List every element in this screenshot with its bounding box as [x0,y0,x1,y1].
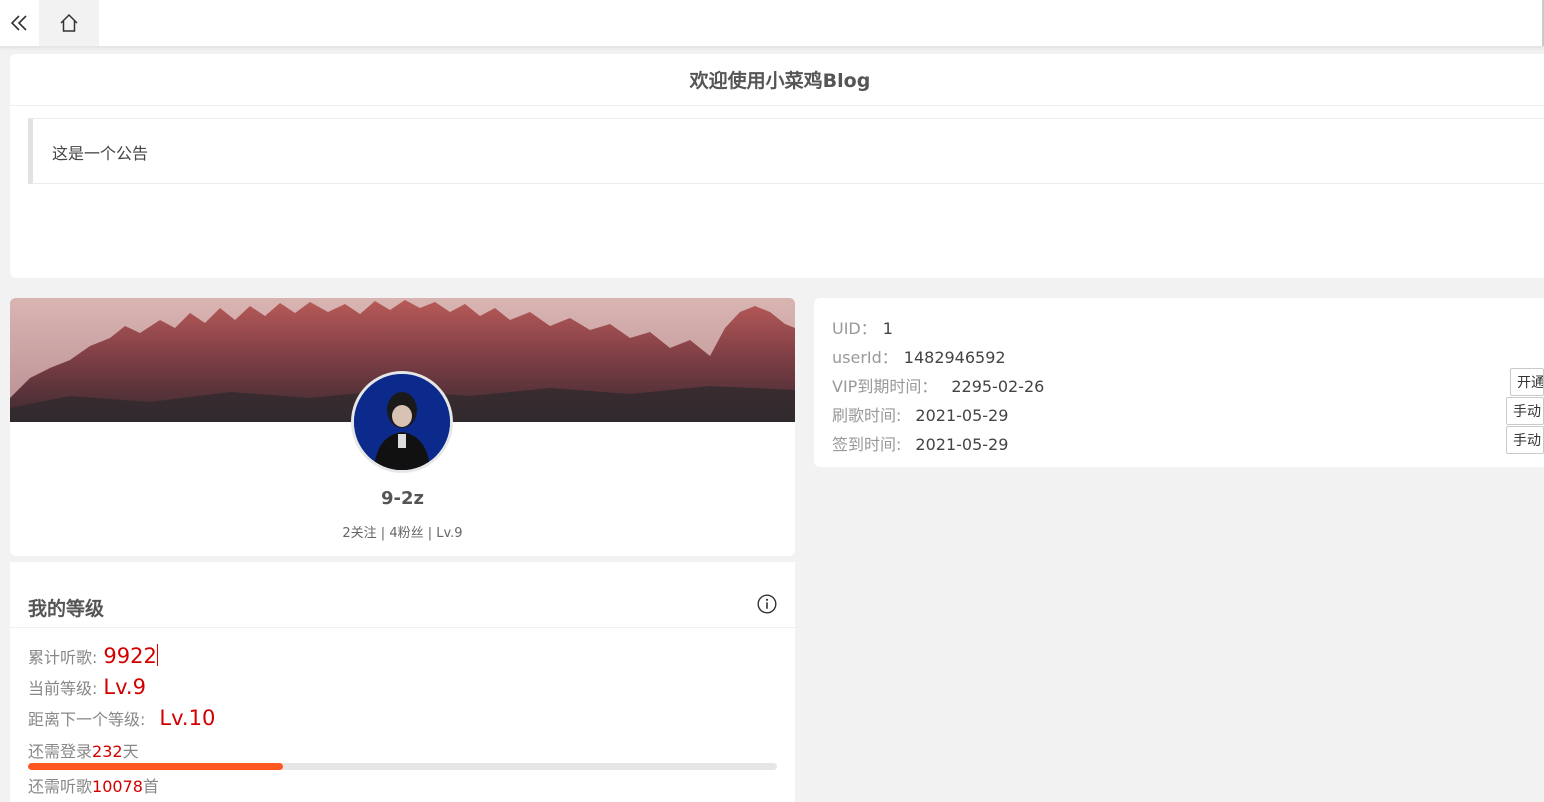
level-header: 我的等级 [10,562,795,628]
next-level-label: 距离下一个等级: [28,710,146,729]
userid-row: userId： 1482946592 [832,344,1006,368]
notice-blockquote: 这是一个公告 [28,118,1544,184]
songs-remaining-suffix: 首 [142,777,159,796]
brush-time-row: 刷歌时间: 2021-05-29 [832,402,1008,426]
home-icon [60,13,78,32]
top-navbar [0,0,1544,47]
text-cursor [156,644,158,666]
level-card: 我的等级 累计听歌: 9922 当前等级: Lv.9 距离下一个等级: Lv.10 还… [10,562,795,802]
user-stats: 2关注 | 4粉丝 | Lv.9 [342,526,463,541]
login-remaining-days: 232 [92,742,123,761]
songs-remaining-count: 10078 [92,777,143,796]
total-listen-row: 累计听歌: 9922 [28,644,158,668]
login-remaining-prefix: 还需登录 [28,742,93,761]
userid-label: userId： [832,348,898,367]
next-level-value: Lv.10 [159,706,216,730]
open-vip-button[interactable]: 开通 [1510,368,1544,396]
total-listen-label: 累计听歌: [28,648,98,667]
uid-row: UID： 1 [832,315,893,339]
songs-remaining-row: 还需听歌10078首 [28,773,159,797]
current-level-label: 当前等级: [28,679,98,698]
total-listen-value: 9922 [103,644,157,668]
level-title: 我的等级 [28,598,105,620]
notice-title: 欢迎使用小菜鸡Blog [10,54,1544,106]
current-level-row: 当前等级: Lv.9 [28,675,146,699]
login-remaining-suffix: 天 [122,742,139,761]
next-level-row: 距离下一个等级: Lv.10 [28,706,215,730]
sign-time-label: 签到时间: [832,435,902,454]
vip-value: 2295-02-26 [951,377,1045,396]
vip-row: VIP到期时间： 2295-02-26 [832,373,1044,397]
home-button[interactable] [39,0,99,46]
userid-value: 1482946592 [903,348,1006,367]
info-icon[interactable] [757,594,777,614]
sign-time-row: 签到时间: 2021-05-29 [832,431,1008,455]
avatar[interactable] [351,371,453,473]
brush-time-label: 刷歌时间: [832,406,902,425]
manual-sign-button[interactable]: 手动 [1506,426,1544,454]
profile-card: 9-2z 2关注 | 4粉丝 | Lv.9 [10,298,795,556]
user-nickname: 9-2z [381,488,424,509]
uid-value: 1 [882,319,893,338]
brush-time-value: 2021-05-29 [915,406,1009,425]
vip-label: VIP到期时间： [832,377,938,396]
current-level-value: Lv.9 [103,675,146,699]
notice-card: 欢迎使用小菜鸡Blog 这是一个公告 [10,54,1544,278]
sidebar-toggle-button[interactable] [0,0,38,46]
manual-brush-button[interactable]: 手动 [1506,397,1544,425]
songs-remaining-prefix: 还需听歌 [28,777,93,796]
login-progress-bar [28,763,777,770]
login-remaining-row: 还需登录232天 [28,738,139,762]
notice-content: 这是一个公告 [52,144,149,163]
login-progress-fill [28,763,283,770]
sign-time-value: 2021-05-29 [915,435,1009,454]
account-info-card: UID： 1 userId： 1482946592 VIP到期时间： 2295-02-… [814,298,1544,467]
uid-label: UID： [832,319,877,338]
double-chevron-left-icon [10,15,27,31]
